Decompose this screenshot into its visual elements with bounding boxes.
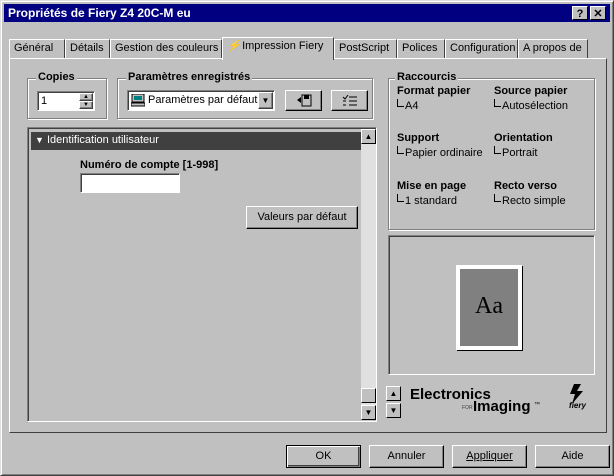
copies-spinner[interactable]: 1 ▲ ▼ — [37, 91, 95, 111]
shortcut-duplex-value[interactable]: Recto simple — [494, 194, 566, 207]
tab-label: PostScript — [339, 42, 390, 54]
triangle-down-icon: ▼ — [35, 135, 44, 145]
fiery-logo-text: fiery — [569, 401, 586, 410]
shortcut-paper-size-label: Format papier — [397, 85, 471, 97]
shortcut-value-text: Papier ordinaire — [405, 147, 483, 159]
scroll-page-up-icon[interactable]: ▲ — [386, 386, 401, 401]
preview-text: Aa — [475, 293, 503, 319]
scroll-thumb[interactable] — [361, 388, 376, 403]
fiery-logo-icon: fiery — [565, 384, 590, 410]
shortcuts-group: Raccourcis Format papier A4 Source papie… — [388, 71, 595, 230]
saved-settings-group: Paramètres enregistrés Paramètres par dé… — [117, 71, 373, 119]
tab-label: A propos de — [523, 42, 582, 54]
shortcut-layout-label: Mise en page — [397, 180, 467, 192]
tab-color-management[interactable]: Gestion des couleurs — [110, 39, 222, 58]
shortcut-media-value[interactable]: Papier ordinaire — [397, 146, 483, 159]
section-header-label: Identification utilisateur — [47, 134, 159, 146]
tab-fonts[interactable]: Polices — [397, 39, 445, 58]
shortcut-orientation-label: Orientation — [494, 132, 553, 144]
title-bar[interactable]: Propriétés de Fiery Z4 20C-M eu ? ✕ — [4, 4, 610, 22]
tab-label: Général — [14, 42, 54, 54]
scroll-page-down-icon[interactable]: ▼ — [386, 403, 401, 418]
manage-settings-button[interactable] — [331, 90, 368, 111]
settings-scroll-area: ▼ Identification utilisateur Numéro de c… — [27, 127, 377, 422]
tab-postscript[interactable]: PostScript — [334, 39, 397, 58]
tab-label: Détails — [70, 42, 104, 54]
shortcut-layout-value[interactable]: 1 standard — [397, 194, 457, 207]
page-preview-box: Aa — [388, 235, 595, 375]
brand-for: FOR — [462, 405, 473, 411]
tab-about[interactable]: A propos de — [518, 39, 588, 58]
shortcut-value-text: A4 — [405, 100, 419, 112]
copies-group: Copies 1 ▲ ▼ — [27, 71, 107, 119]
shortcut-value-text: Portrait — [502, 147, 538, 159]
tab-general[interactable]: Général — [9, 39, 65, 58]
account-number-label: Numéro de compte [1-998] — [80, 159, 219, 171]
save-icon — [296, 94, 312, 110]
vertical-scrollbar[interactable]: ▲ ▼ — [361, 129, 376, 420]
window-title: Propriétés de Fiery Z4 20C-M eu — [8, 6, 191, 20]
saved-settings-dropdown[interactable]: Paramètres par défaut ▼ — [127, 90, 275, 111]
scroll-down-arrow-icon[interactable]: ▼ — [361, 405, 376, 420]
section-header-user-id[interactable]: ▼ Identification utilisateur — [31, 132, 361, 150]
shortcut-value-text: Recto simple — [502, 195, 566, 207]
shortcut-paper-source-value[interactable]: Autosélection — [494, 99, 568, 112]
shortcut-value-text: Autosélection — [502, 100, 569, 112]
save-settings-button[interactable] — [285, 90, 322, 111]
tab-configuration[interactable]: Configuration — [445, 39, 518, 58]
chevron-down-icon[interactable]: ▼ — [258, 92, 273, 109]
tab-label: Impression Fiery — [242, 40, 324, 52]
shortcut-paper-size-value[interactable]: A4 — [397, 99, 418, 112]
page-preview-sheet: Aa — [456, 265, 522, 350]
tab-label: Configuration — [450, 42, 516, 54]
account-number-input[interactable] — [80, 173, 180, 193]
shortcuts-title: Raccourcis — [395, 71, 459, 83]
shortcut-media-label: Support — [397, 132, 440, 144]
apply-button[interactable]: Appliquer — [452, 445, 527, 468]
shortcut-value-text: 1 standard — [405, 195, 457, 207]
scroll-up-arrow-icon[interactable]: ▲ — [361, 129, 376, 144]
tab-panel: Copies 1 ▲ ▼ Paramètres enregistrés Para… — [9, 58, 607, 433]
close-title-button[interactable]: ✕ — [590, 6, 606, 20]
brand-tm: ™ — [534, 402, 540, 408]
computer-icon — [130, 93, 146, 107]
tab-details[interactable]: Détails — [65, 39, 110, 58]
help-button[interactable]: Aide — [535, 445, 610, 468]
tab-fiery-printing[interactable]: ⚡ Impression Fiery — [222, 37, 334, 60]
tab-label: Polices — [402, 42, 438, 54]
shortcut-paper-source-label: Source papier — [494, 85, 568, 97]
shortcut-orientation-value[interactable]: Portrait — [494, 146, 537, 159]
tab-label: Gestion des couleurs — [115, 42, 219, 54]
fiery-icon: ⚡ — [227, 40, 241, 52]
cancel-button[interactable]: Annuler — [369, 445, 444, 468]
list-icon — [342, 94, 358, 110]
shortcut-duplex-label: Recto verso — [494, 180, 557, 192]
copies-value: 1 — [41, 95, 48, 107]
default-values-button[interactable]: Valeurs par défaut — [246, 206, 358, 229]
spin-up-icon[interactable]: ▲ — [79, 93, 93, 101]
properties-dialog: Propriétés de Fiery Z4 20C-M eu ? ✕ Géné… — [0, 0, 614, 476]
saved-settings-label: Paramètres enregistrés — [126, 71, 253, 83]
help-title-button[interactable]: ? — [572, 6, 588, 20]
electronics-for-imaging-logo: Electronics FOR Imaging ™ — [410, 384, 540, 420]
copies-label: Copies — [36, 71, 77, 83]
spin-down-icon[interactable]: ▼ — [79, 101, 93, 109]
page-preview-image: Aa — [460, 269, 518, 346]
saved-settings-value: Paramètres par défaut — [148, 94, 258, 106]
brand-line2: Imaging — [473, 398, 531, 415]
ok-button[interactable]: OK — [286, 445, 361, 468]
